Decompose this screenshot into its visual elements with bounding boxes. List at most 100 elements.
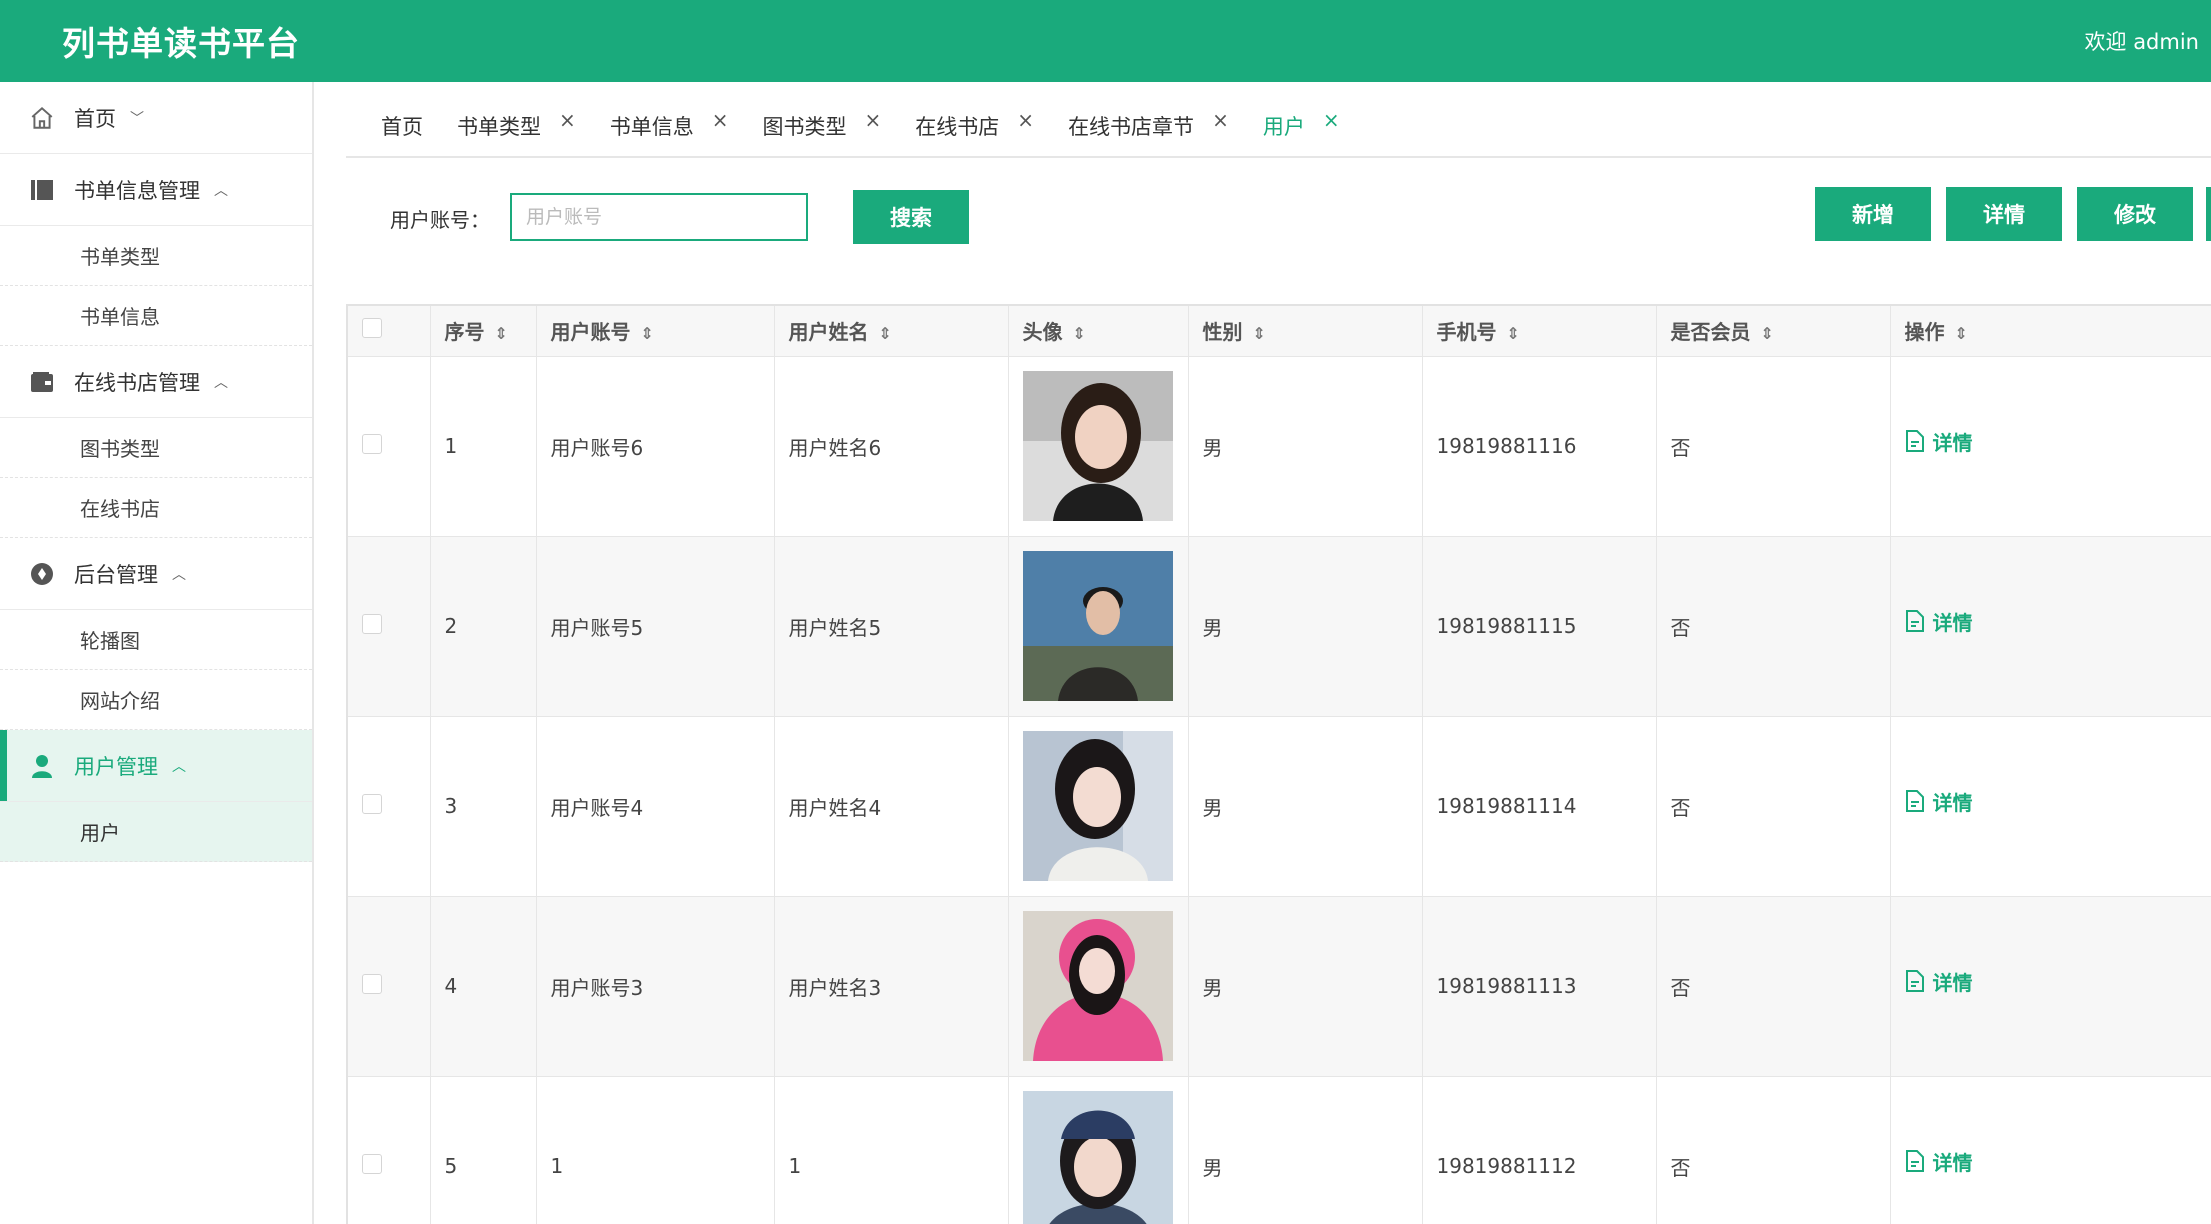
cell-account: 用户账号5 [536, 536, 775, 717]
detail-button[interactable]: 详情 [1946, 187, 2062, 241]
select-all-cell [348, 306, 431, 357]
row-detail-link[interactable]: 详情 [1905, 787, 1973, 816]
cell-gender: 男 [1188, 536, 1423, 717]
row-checkbox[interactable] [362, 973, 382, 994]
add-button[interactable]: 新增 [1815, 187, 1931, 241]
sidebar-item-users[interactable]: 用户 [0, 802, 312, 862]
cell-member: 否 [1656, 1076, 1891, 1224]
sidebar-group-label: 在线书店管理 [74, 370, 200, 395]
sidebar-group-admin[interactable]: 后台管理 ︿ [0, 538, 312, 610]
home-icon [28, 104, 56, 132]
row-detail-label: 详情 [1932, 970, 1973, 995]
sort-icon[interactable]: ⇕ [641, 324, 654, 343]
tab-online-bookstore[interactable]: 在线书店 × [915, 108, 1034, 141]
row-checkbox[interactable] [362, 1153, 382, 1174]
cell-avatar [1008, 356, 1189, 537]
sort-icon[interactable]: ⇕ [1253, 324, 1266, 343]
cell-account: 用户账号6 [536, 356, 775, 537]
close-icon[interactable]: × [1212, 108, 1229, 132]
sidebar-item-site-intro[interactable]: 网站介绍 [0, 670, 312, 730]
cell-name: 1 [774, 1076, 1009, 1224]
col-header-name[interactable]: 用户姓名 ⇕ [774, 306, 1009, 357]
row-checkbox[interactable] [362, 793, 382, 814]
search-button[interactable]: 搜索 [853, 190, 969, 244]
cell-phone: 19819881115 [1422, 536, 1657, 717]
cell-phone: 19819881112 [1422, 1076, 1657, 1224]
tab-booklist-info[interactable]: 书单信息 × [610, 108, 729, 141]
col-header-actions[interactable]: 操作 ⇕ [1890, 306, 2211, 357]
tab-users[interactable]: 用户 × [1263, 108, 1340, 141]
row-checkbox[interactable] [362, 433, 382, 454]
tab-bookstore-chapters[interactable]: 在线书店章节 × [1068, 108, 1229, 141]
close-icon[interactable]: × [1323, 108, 1340, 132]
avatar [1022, 1091, 1173, 1224]
row-detail-link[interactable]: 详情 [1905, 967, 1973, 996]
chevron-up-icon: ︿ [172, 758, 186, 775]
cell-no: 1 [430, 356, 537, 537]
sidebar-item-booklist-type[interactable]: 书单类型 [0, 226, 312, 286]
avatar [1022, 911, 1173, 1061]
sidebar-item-carousel[interactable]: 轮播图 [0, 610, 312, 670]
close-icon[interactable]: × [865, 108, 882, 132]
row-detail-label: 详情 [1932, 610, 1973, 635]
sort-icon[interactable]: ⇕ [1761, 324, 1774, 343]
col-header-gender[interactable]: 性别 ⇕ [1188, 306, 1423, 357]
col-header-account[interactable]: 用户账号 ⇕ [536, 306, 775, 357]
cell-account: 用户账号3 [536, 896, 775, 1077]
sort-icon[interactable]: ⇕ [1073, 324, 1086, 343]
sidebar-item-booklist-info[interactable]: 书单信息 [0, 286, 312, 346]
avatar [1022, 551, 1173, 701]
sort-icon[interactable]: ⇕ [1507, 324, 1520, 343]
col-header-label: 手机号 [1436, 320, 1497, 345]
wallet-icon [28, 368, 56, 396]
delete-button-partial[interactable] [2206, 187, 2211, 241]
cell-no: 2 [430, 536, 537, 717]
close-icon[interactable]: × [712, 108, 729, 132]
tab-home[interactable]: 首页 [381, 111, 423, 141]
welcome-text[interactable]: 欢迎 admin [2085, 26, 2199, 56]
cell-no: 4 [430, 896, 537, 1077]
app-header: 列书单读书平台 欢迎 admin [0, 0, 2211, 82]
col-header-member[interactable]: 是否会员 ⇕ [1656, 306, 1891, 357]
tab-label: 图书类型 [762, 115, 847, 139]
edit-button[interactable]: 修改 [2077, 187, 2193, 241]
select-all-checkbox[interactable] [362, 318, 382, 339]
row-detail-link[interactable]: 详情 [1905, 427, 1973, 456]
user-table: 序号 ⇕ 用户账号 ⇕ 用户姓名 ⇕ 头像 ⇕ 性别 ⇕ 手机号 ⇕ 是否会员 ⇕ 操作 ⇕ 1… [346, 304, 2211, 1224]
cell-member: 否 [1656, 896, 1891, 1077]
row-detail-link[interactable]: 详情 [1905, 607, 1973, 636]
sidebar-group-bookstore[interactable]: 在线书店管理 ︿ [0, 346, 312, 418]
col-header-phone[interactable]: 手机号 ⇕ [1422, 306, 1657, 357]
cell-gender: 男 [1188, 896, 1423, 1077]
search-input[interactable] [510, 193, 808, 241]
close-icon[interactable]: × [1017, 108, 1034, 132]
row-detail-link[interactable]: 详情 [1905, 1147, 1973, 1176]
col-header-label: 头像 [1022, 320, 1063, 345]
close-icon[interactable]: × [559, 108, 576, 132]
document-icon [1905, 790, 1924, 813]
tab-label: 在线书店章节 [1068, 115, 1195, 139]
table-row: 3 用户账号4 用户姓名4 男 19819881114 否 详情 [348, 716, 2211, 897]
tab-book-type[interactable]: 图书类型 × [762, 108, 882, 141]
sidebar-item-book-type[interactable]: 图书类型 [0, 418, 312, 478]
sidebar-item-online-bookstore[interactable]: 在线书店 [0, 478, 312, 538]
col-header-avatar[interactable]: 头像 ⇕ [1008, 306, 1189, 357]
sort-icon[interactable]: ⇕ [1955, 324, 1968, 343]
cell-actions: 详情 [1890, 536, 2211, 717]
table-row: 2 用户账号5 用户姓名5 男 19819881115 否 详情 [348, 536, 2211, 717]
row-checkbox[interactable] [362, 613, 382, 634]
sort-icon[interactable]: ⇕ [495, 324, 508, 343]
user-icon [28, 752, 56, 780]
col-header-no[interactable]: 序号 ⇕ [430, 306, 537, 357]
sort-icon[interactable]: ⇕ [879, 324, 892, 343]
tab-booklist-type[interactable]: 书单类型 × [457, 108, 576, 141]
book-icon [28, 176, 56, 204]
cell-gender: 男 [1188, 356, 1423, 537]
sidebar-item-home[interactable]: 首页 ﹀ [0, 82, 312, 154]
sidebar-group-users[interactable]: 用户管理 ︿ [0, 730, 312, 802]
cell-avatar [1008, 1076, 1189, 1224]
compass-icon [28, 560, 56, 588]
cell-member: 否 [1656, 716, 1891, 897]
sidebar-group-booklist[interactable]: 书单信息管理 ︿ [0, 154, 312, 226]
table-header-row: 序号 ⇕ 用户账号 ⇕ 用户姓名 ⇕ 头像 ⇕ 性别 ⇕ 手机号 ⇕ 是否会员 ⇕ 操作 ⇕ [348, 306, 2211, 357]
